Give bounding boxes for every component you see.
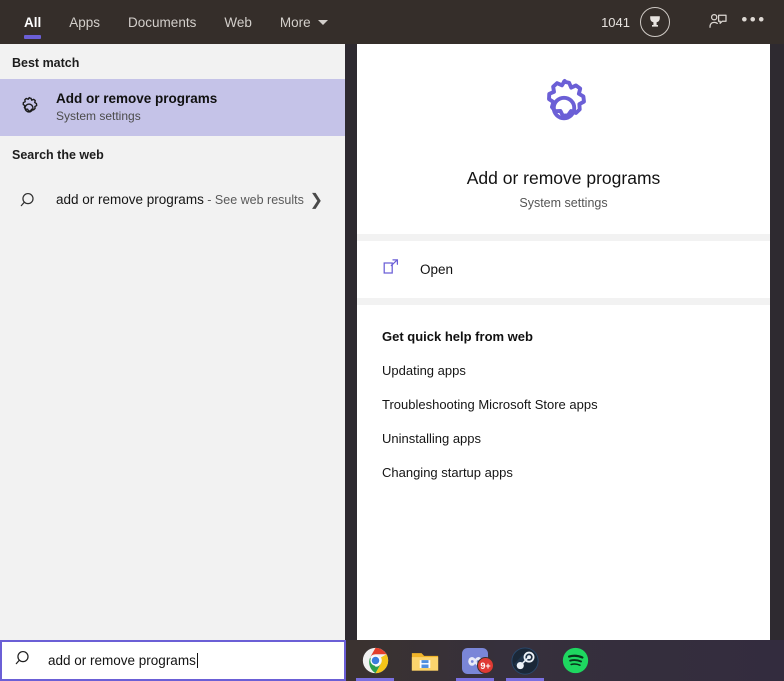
web-result-query: add or remove programs	[56, 191, 204, 207]
help-link-troubleshooting-store[interactable]: Troubleshooting Microsoft Store apps	[382, 397, 770, 412]
result-add-or-remove-programs[interactable]: Add or remove programs System settings	[0, 79, 345, 136]
detail-panel: Add or remove programs System settings O…	[357, 44, 770, 647]
detail-title: Add or remove programs	[466, 167, 661, 188]
open-label: Open	[420, 262, 454, 277]
notification-badge: 9+	[477, 657, 494, 674]
header-actions: 1041 •••	[601, 0, 784, 44]
result-web-search[interactable]: add or remove programs - See web results…	[0, 171, 345, 229]
web-result-suffix: - See web results	[203, 192, 304, 207]
result-text-block: Add or remove programs System settings	[56, 90, 217, 126]
open-action-row[interactable]: Open	[357, 241, 770, 298]
ellipsis-icon[interactable]: •••	[736, 5, 772, 39]
tab-apps[interactable]: Apps	[55, 0, 114, 44]
rewards-medal-icon[interactable]	[640, 7, 670, 37]
search-filter-header: All Apps Documents Web More 1041 •••	[0, 0, 784, 44]
chevron-right-icon[interactable]: ❯	[310, 190, 323, 210]
result-title: Add or remove programs	[56, 90, 218, 106]
taskbar: add or remove programs 9+	[0, 640, 784, 681]
ellipsis-glyph: •••	[741, 9, 767, 29]
tab-more[interactable]: More	[266, 0, 342, 44]
detail-header: Add or remove programs System settings	[357, 44, 770, 234]
open-external-icon	[382, 258, 400, 281]
search-results-body: Best match Add or remove programs System…	[0, 44, 784, 647]
panel-divider	[357, 234, 770, 241]
search-input-value: add or remove programs	[48, 653, 196, 668]
search-overlay: All Apps Documents Web More 1041 ••• Bes…	[0, 0, 784, 681]
text-cursor	[196, 653, 198, 668]
search-input[interactable]: add or remove programs	[48, 653, 198, 668]
detail-subtitle: System settings	[519, 195, 608, 210]
panel-divider-2	[357, 298, 770, 305]
results-list: Best match Add or remove programs System…	[0, 44, 345, 640]
tab-documents-label: Documents	[128, 14, 197, 30]
tab-all-label: All	[24, 14, 42, 30]
quick-help-section: Get quick help from web Updating apps Tr…	[357, 305, 770, 647]
search-icon	[15, 649, 34, 673]
best-match-heading: Best match	[12, 56, 80, 70]
gear-icon	[12, 93, 46, 123]
taskbar-search-box[interactable]: add or remove programs	[0, 640, 346, 681]
taskbar-app-buttons: 9+	[350, 640, 600, 681]
filter-tabs: All Apps Documents Web More	[0, 0, 342, 44]
feedback-person-icon[interactable]	[700, 5, 736, 39]
help-link-uninstalling-apps[interactable]: Uninstalling apps	[382, 431, 770, 446]
taskbar-app-discord[interactable]: 9+	[450, 640, 500, 681]
rewards-points-count: 1041	[601, 14, 630, 30]
result-subtitle: System settings	[56, 108, 141, 123]
taskbar-app-spotify[interactable]	[550, 640, 600, 681]
tab-documents[interactable]: Documents	[114, 0, 210, 44]
search-icon	[12, 191, 46, 210]
chevron-down-icon	[317, 19, 328, 25]
tab-apps-label: Apps	[69, 14, 101, 30]
search-web-heading: Search the web	[12, 148, 104, 162]
taskbar-app-chrome[interactable]	[350, 640, 400, 681]
taskbar-app-file-explorer[interactable]	[400, 640, 450, 681]
web-result-text: add or remove programs - See web results	[56, 190, 304, 210]
taskbar-app-steam[interactable]	[500, 640, 550, 681]
gear-icon	[525, 69, 603, 152]
tab-web[interactable]: Web	[210, 0, 266, 44]
tab-all[interactable]: All	[10, 0, 55, 44]
tab-more-label: More	[279, 14, 311, 30]
help-link-updating-apps[interactable]: Updating apps	[382, 363, 770, 378]
quick-help-heading: Get quick help from web	[382, 329, 533, 344]
help-link-changing-startup-apps[interactable]: Changing startup apps	[382, 465, 770, 480]
tab-web-label: Web	[224, 14, 252, 30]
